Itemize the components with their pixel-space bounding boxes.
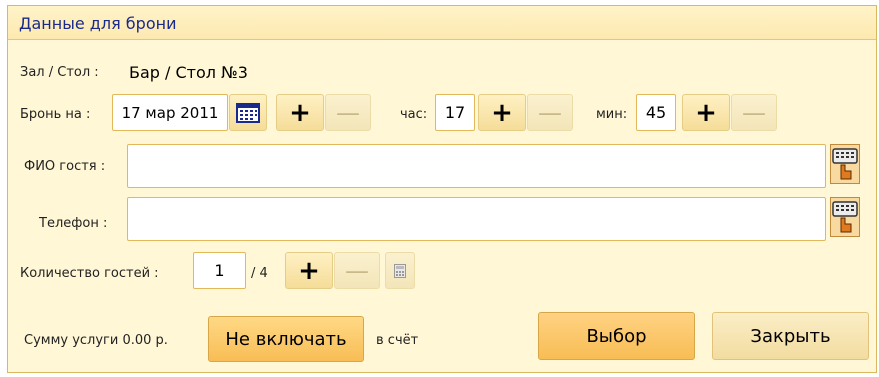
dialog-title: Данные для брони: [19, 14, 177, 33]
hour-label: час:: [400, 107, 428, 122]
date-minus-button[interactable]: —: [325, 94, 371, 131]
guest-name-keyboard-button[interactable]: [830, 144, 860, 184]
hall-value: Бар / Стол №3: [129, 63, 248, 82]
minus-icon: —: [336, 98, 360, 127]
minute-plus-button[interactable]: +: [682, 94, 730, 131]
in-bill-text: в счёт: [376, 333, 419, 348]
guests-max: / 4: [251, 266, 268, 281]
plus-icon: +: [298, 255, 320, 286]
minute-label: мин:: [596, 107, 628, 122]
guest-name-label: ФИО гостя :: [24, 159, 106, 174]
hall-label: Зал / Стол :: [20, 65, 99, 80]
plus-icon: +: [491, 97, 513, 128]
plus-icon: +: [695, 97, 717, 128]
hour-minus-button[interactable]: —: [527, 94, 573, 131]
minus-icon: —: [742, 98, 766, 127]
calendar-button[interactable]: [229, 94, 267, 131]
phone-input[interactable]: [127, 197, 826, 241]
close-button[interactable]: Закрыть: [712, 312, 869, 360]
minute-field[interactable]: 45: [636, 94, 676, 131]
date-field[interactable]: 17 мар 2011: [112, 94, 228, 131]
calculator-icon: [394, 263, 406, 278]
exclude-button[interactable]: Не включать: [208, 316, 364, 362]
minus-icon: —: [538, 98, 562, 127]
hour-field[interactable]: 17: [435, 94, 475, 131]
plus-icon: +: [289, 97, 311, 128]
calculator-button[interactable]: [385, 252, 415, 289]
keyboard-icon: [832, 201, 858, 233]
guest-name-input[interactable]: [127, 144, 826, 188]
phone-keyboard-button[interactable]: [830, 197, 860, 237]
guests-minus-button[interactable]: —: [334, 252, 380, 289]
keyboard-icon: [832, 148, 858, 180]
minus-icon: —: [345, 256, 369, 285]
minute-minus-button[interactable]: —: [731, 94, 777, 131]
select-button[interactable]: Выбор: [538, 312, 695, 360]
calendar-icon: [236, 102, 260, 123]
guests-count-field[interactable]: 1: [193, 252, 246, 289]
service-sum-text: Сумму услуги 0.00 р.: [24, 333, 168, 348]
booking-label: Бронь на :: [20, 107, 91, 122]
guests-plus-button[interactable]: +: [285, 252, 333, 289]
guests-count-label: Количество гостей :: [20, 266, 159, 281]
phone-label: Телефон :: [39, 216, 108, 231]
dialog-header: Данные для брони: [8, 6, 876, 40]
booking-dialog: Данные для брони Зал / Стол : Бар / Стол…: [7, 5, 877, 373]
hour-plus-button[interactable]: +: [478, 94, 526, 131]
date-plus-button[interactable]: +: [276, 94, 324, 131]
